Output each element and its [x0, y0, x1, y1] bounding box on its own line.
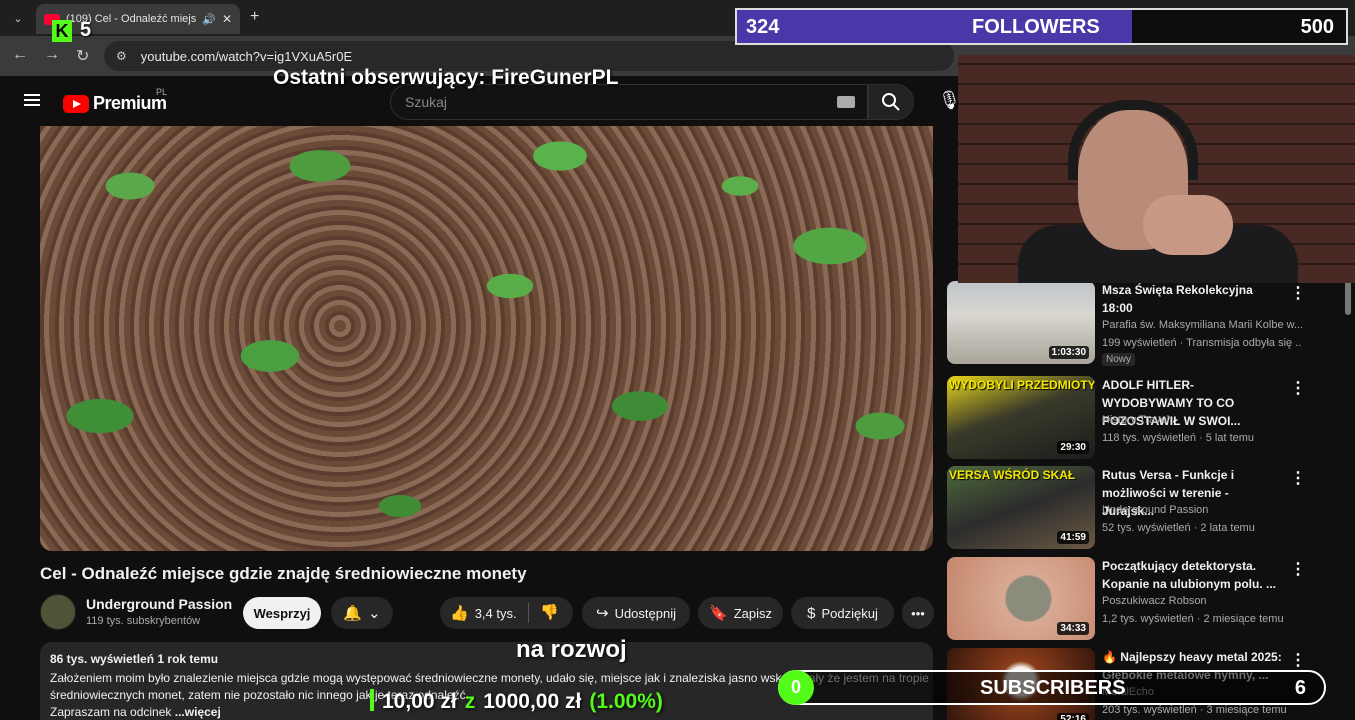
- save-button[interactable]: 🔖 Zapisz: [698, 597, 783, 629]
- recommendation-thumbnail[interactable]: VERSA WŚRÓD SKAŁ 41:59: [947, 466, 1095, 549]
- video-duration: 29:30: [1057, 441, 1089, 454]
- kick-viewer-count: 5: [80, 19, 92, 41]
- more-actions-button[interactable]: •••: [902, 597, 934, 629]
- donation-progress-marker: [370, 689, 374, 711]
- thanks-label: Podziękuj: [821, 605, 878, 621]
- super-thanks-icon: $: [807, 604, 816, 622]
- recommendation-channel[interactable]: Underground Passion: [1102, 504, 1302, 516]
- like-count[interactable]: 3,4 tys.: [475, 606, 517, 621]
- followers-goal: 500: [1300, 16, 1334, 38]
- url-text: youtube.com/watch?v=ig1VXuA5r0E: [140, 48, 353, 64]
- recommendation-stats: 199 wyświetleń · Transmisja odbyła się .…: [1102, 337, 1302, 349]
- bookmark-icon: 🔖: [709, 605, 728, 622]
- forward-arrow-icon[interactable]: →: [44, 46, 60, 64]
- recommendation-item[interactable]: 1:03:30 Msza Święta Rekolekcyjna 18:00 P…: [947, 281, 1347, 367]
- more-horizontal-icon: •••: [911, 605, 925, 621]
- thumbnail-caption: VERSA WŚRÓD SKAŁ: [949, 468, 1076, 482]
- recommendation-thumbnail[interactable]: WYDOBYLI PRZEDMIOTY 29:30: [947, 376, 1095, 459]
- video-duration: 34:33: [1057, 622, 1089, 635]
- more-vertical-icon[interactable]: ⋮: [1290, 559, 1306, 579]
- donation-separator: z: [464, 690, 476, 713]
- donation-goal: 1000,00 zł: [483, 690, 582, 713]
- kick-logo-icon: K: [52, 20, 72, 42]
- reload-icon[interactable]: ↻: [76, 46, 89, 66]
- menu-icon[interactable]: [24, 94, 40, 106]
- recommendation-stats: 1,2 tys. wyświetleń · 2 miesiące temu: [1102, 613, 1284, 625]
- recommendation-thumbnail[interactable]: 34:33: [947, 557, 1095, 640]
- show-more-link[interactable]: ...więcej: [175, 705, 221, 719]
- more-vertical-icon[interactable]: ⋮: [1290, 650, 1306, 670]
- thumbs-up-icon[interactable]: 👍: [450, 604, 469, 622]
- followers-goal-bar: 324 FOLLOWERS 500: [735, 8, 1348, 45]
- video-title: Cel - Odnaleźć miejsce gdzie znajdę śred…: [40, 564, 527, 583]
- chevron-down-icon: ⌄: [368, 605, 381, 622]
- recommendation-stats: 118 tys. wyświetleń · 5 lat temu: [1102, 432, 1255, 444]
- recommendation-title[interactable]: Msza Święta Rekolekcyjna 18:00: [1102, 281, 1284, 317]
- search-input[interactable]: [405, 94, 825, 110]
- country-code: PL: [156, 87, 168, 97]
- keyboard-icon[interactable]: [837, 96, 855, 108]
- recommendation-item[interactable]: 34:33 Początkujący detektorysta. Kopanie…: [947, 557, 1347, 643]
- site-info-icon[interactable]: ⚙: [116, 49, 127, 63]
- search-icon: [882, 93, 900, 111]
- recommendation-title[interactable]: Początkujący detektorysta. Kopanie na ul…: [1102, 557, 1284, 593]
- donation-goal-title: na rozwoj: [516, 636, 627, 663]
- notifications-button[interactable]: 🔔 ⌄: [331, 597, 393, 629]
- close-tab-icon[interactable]: ✕: [222, 12, 232, 26]
- youtube-premium-logo[interactable]: Premium PL: [63, 87, 167, 114]
- support-button[interactable]: Wesprzyj: [243, 597, 321, 629]
- channel-subscriber-count: 119 tys. subskrybentów: [86, 615, 201, 627]
- subscribers-goal: 6: [1294, 677, 1306, 699]
- recommendation-channel[interactable]: Parafia św. Maksymiliana Marii Kolbe w..…: [1102, 319, 1302, 331]
- share-button[interactable]: ↪ Udostępnij: [582, 597, 690, 629]
- thumbs-down-icon[interactable]: 👎: [540, 603, 559, 621]
- streamer-webcam: [958, 55, 1355, 283]
- back-arrow-icon[interactable]: ←: [12, 46, 28, 64]
- more-vertical-icon[interactable]: ⋮: [1290, 283, 1306, 303]
- channel-name[interactable]: Underground Passion: [86, 596, 232, 612]
- recommendation-stats: 52 tys. wyświetleń · 2 lata temu: [1102, 522, 1255, 534]
- subscribers-current: 0: [778, 670, 814, 705]
- last-follower-overlay: Ostatni obserwujący: FireGunerPL: [273, 66, 619, 89]
- bell-icon: 🔔: [343, 605, 363, 622]
- thanks-button[interactable]: $ Podziękuj: [791, 597, 894, 629]
- video-duration: 41:59: [1057, 531, 1089, 544]
- new-badge: Nowy: [1102, 353, 1136, 366]
- followers-label: FOLLOWERS: [972, 16, 1100, 38]
- donation-current: 10,00 zł: [382, 690, 457, 713]
- share-label: Udostępnij: [614, 605, 676, 621]
- more-vertical-icon[interactable]: ⋮: [1290, 468, 1306, 488]
- recommendation-channel[interactable]: Poszukiwacz Robson: [1102, 595, 1302, 607]
- new-tab-plus-icon[interactable]: +: [250, 8, 259, 26]
- subscribers-label: SUBSCRIBERS: [980, 677, 1126, 699]
- video-duration: 52:16: [1057, 713, 1089, 720]
- channel-avatar[interactable]: [40, 594, 76, 630]
- video-player[interactable]: [40, 126, 933, 551]
- youtube-play-logo-icon: [63, 94, 89, 113]
- video-duration: 1:03:30: [1048, 346, 1089, 359]
- tab-search-chevron-icon[interactable]: ⌄: [8, 8, 28, 28]
- save-label: Zapisz: [733, 605, 772, 621]
- search-button[interactable]: [868, 84, 914, 120]
- recommendation-item[interactable]: WYDOBYLI PRZEDMIOTY 29:30 ADOLF HITLER-W…: [947, 376, 1347, 462]
- donation-goal-line: 10,00 zł z 1000,00 zł (1.00%): [370, 686, 663, 714]
- donation-percent: (1.00%): [589, 690, 663, 713]
- more-vertical-icon[interactable]: ⋮: [1290, 378, 1306, 398]
- thumbnail-caption: WYDOBYLI PRZEDMIOTY: [949, 378, 1095, 392]
- views-and-date: 86 tys. wyświetleń 1 rok temu: [50, 652, 219, 666]
- subscribers-goal-bar: 0 SUBSCRIBERS 6: [778, 670, 1326, 705]
- recommendation-channel[interactable]: History Travel: [1102, 414, 1302, 426]
- description-line3: Zapraszam na odcinek: [50, 705, 172, 719]
- recommendation-item[interactable]: VERSA WŚRÓD SKAŁ 41:59 Rutus Versa - Fun…: [947, 466, 1347, 552]
- speaker-icon[interactable]: 🔊: [202, 13, 216, 26]
- recommendation-thumbnail[interactable]: 1:03:30: [947, 281, 1095, 364]
- share-arrow-icon: ↪: [595, 605, 609, 622]
- like-dislike-divider: [528, 603, 529, 623]
- followers-current: 324: [746, 16, 780, 38]
- recommendation-stats: 203 tys. wyświetleń · 3 miesiące temu: [1102, 704, 1287, 716]
- webcam-streamer-hand: [1143, 195, 1233, 255]
